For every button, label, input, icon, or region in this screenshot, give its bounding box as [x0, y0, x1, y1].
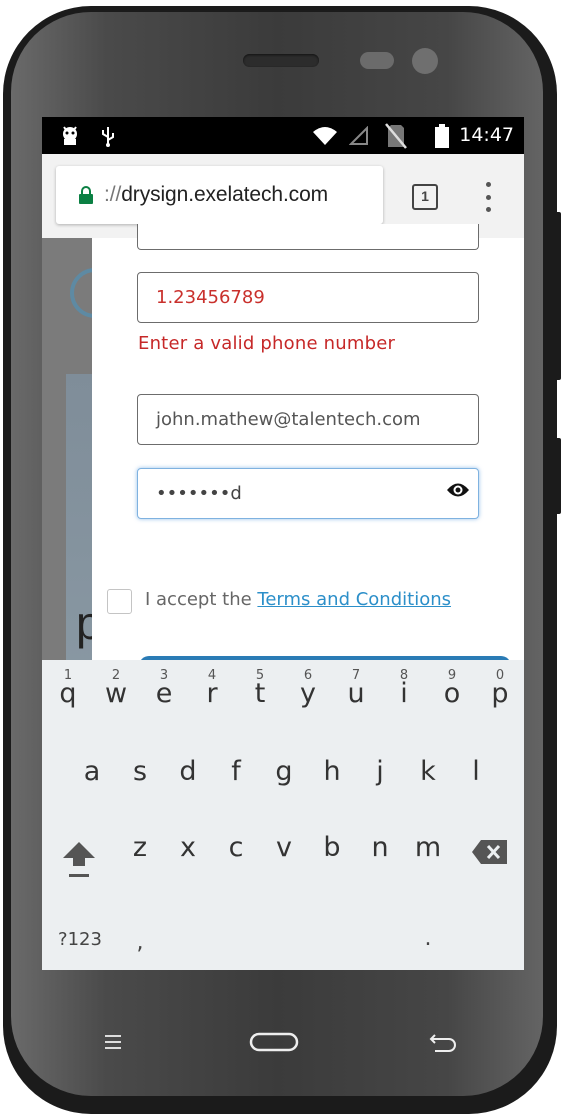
key-p[interactable]: 0p: [480, 668, 520, 728]
key-label: c: [228, 832, 244, 863]
usb-icon: [96, 117, 120, 154]
signup-form: 1.23456789 Enter a valid phone number jo…: [92, 224, 524, 666]
address-bar[interactable]: ://drysign.exelatech.com: [56, 166, 383, 224]
key-label: b: [323, 832, 341, 863]
key-s[interactable]: s: [120, 756, 160, 816]
key-i[interactable]: 8i: [384, 668, 424, 728]
back-icon[interactable]: [424, 1022, 460, 1062]
key-k[interactable]: k: [408, 756, 448, 816]
key-label: v: [276, 832, 292, 863]
period-key[interactable]: .: [416, 926, 440, 962]
key-label: h: [323, 756, 341, 787]
key-label: s: [132, 756, 148, 787]
key-label: e: [155, 678, 173, 709]
backspace-key[interactable]: [470, 838, 510, 878]
comma-key[interactable]: ,: [128, 930, 152, 966]
proximity-sensor: [360, 52, 394, 69]
key-label: f: [231, 756, 241, 787]
key-m[interactable]: m: [408, 832, 448, 892]
key-label: y: [300, 678, 316, 709]
key-h[interactable]: h: [312, 756, 352, 816]
key-a[interactable]: a: [72, 756, 112, 816]
name-field[interactable]: [137, 224, 479, 250]
shift-key[interactable]: [56, 840, 102, 880]
url-text: ://drysign.exelatech.com: [104, 183, 329, 206]
key-label: w: [104, 678, 128, 709]
email-field[interactable]: john.mathew@talentech.com: [137, 394, 479, 445]
key-label: j: [376, 756, 384, 787]
lock-icon: [78, 185, 94, 205]
terms-checkbox[interactable]: [107, 589, 132, 614]
terms-prefix: I accept the: [145, 589, 258, 610]
keyboard: ?123 , . 1q2w3e4r5t6y7u8i9o0p asd f gh j k l z x…: [42, 660, 524, 970]
key-f[interactable]: f: [216, 756, 256, 816]
key-l[interactable]: l: [456, 756, 496, 816]
key-o[interactable]: 9o: [432, 668, 472, 728]
key-d[interactable]: d: [168, 756, 208, 816]
key-label: q: [59, 678, 77, 709]
tab-switcher-button[interactable]: 1: [412, 184, 438, 210]
key-w[interactable]: 2w: [96, 668, 136, 728]
key-z[interactable]: z: [120, 832, 160, 892]
android-debug-icon: [58, 117, 82, 154]
key-label: k: [420, 756, 436, 787]
wifi-icon: [310, 117, 340, 154]
symbols-key[interactable]: ?123: [52, 929, 108, 959]
key-label: l: [472, 756, 480, 787]
phone-value: 1.23456789: [156, 287, 265, 308]
phone-field[interactable]: 1.23456789: [137, 272, 479, 323]
key-label: p: [491, 678, 509, 709]
clock: 14:47: [459, 124, 514, 146]
key-q[interactable]: 1q: [48, 668, 88, 728]
earpiece-speaker: [243, 54, 319, 67]
key-y[interactable]: 6y: [288, 668, 328, 728]
key-u[interactable]: 7u: [336, 668, 376, 728]
key-e[interactable]: 3e: [144, 668, 184, 728]
front-camera: [412, 48, 438, 74]
key-label: i: [400, 678, 408, 709]
key-b[interactable]: b: [312, 832, 352, 892]
key-label: t: [254, 678, 266, 709]
key-x[interactable]: x: [168, 832, 208, 892]
terms-link[interactable]: Terms and Conditions: [257, 589, 451, 610]
key-c[interactable]: c: [216, 832, 256, 892]
key-label: u: [347, 678, 365, 709]
key-j[interactable]: j: [360, 756, 400, 816]
key-label: m: [414, 832, 442, 863]
terms-label: I accept the Terms and Conditions: [145, 589, 451, 610]
home-icon[interactable]: [248, 1022, 300, 1062]
key-t[interactable]: 5t: [240, 668, 280, 728]
no-sim-icon: [382, 117, 410, 154]
key-r[interactable]: 4r: [192, 668, 232, 728]
key-g[interactable]: g: [264, 756, 304, 816]
key-v[interactable]: v: [264, 832, 304, 892]
eye-icon[interactable]: [446, 481, 470, 504]
password-value: •••••••d: [156, 483, 242, 504]
password-field[interactable]: •••••••d: [137, 468, 479, 519]
signal-icon: [347, 117, 371, 154]
key-label: g: [275, 756, 293, 787]
overflow-menu-icon[interactable]: [478, 180, 498, 214]
power-button: [555, 438, 561, 514]
key-label: a: [83, 756, 101, 787]
key-label: z: [132, 832, 148, 863]
key-label: n: [371, 832, 389, 863]
menu-icon[interactable]: [98, 1022, 128, 1062]
key-label: r: [206, 678, 218, 709]
key-label: d: [179, 756, 197, 787]
key-label: o: [443, 678, 461, 709]
volume-button: [555, 212, 561, 380]
status-bar: 14:47: [42, 117, 524, 154]
screen: 14:47 ://drysign.exelatech.com 1 p 1.234…: [42, 117, 524, 970]
battery-icon: [432, 117, 452, 154]
phone-error-message: Enter a valid phone number: [138, 333, 396, 354]
key-label: x: [180, 832, 196, 863]
key-n[interactable]: n: [360, 832, 400, 892]
email-value: john.mathew@talentech.com: [156, 409, 421, 430]
